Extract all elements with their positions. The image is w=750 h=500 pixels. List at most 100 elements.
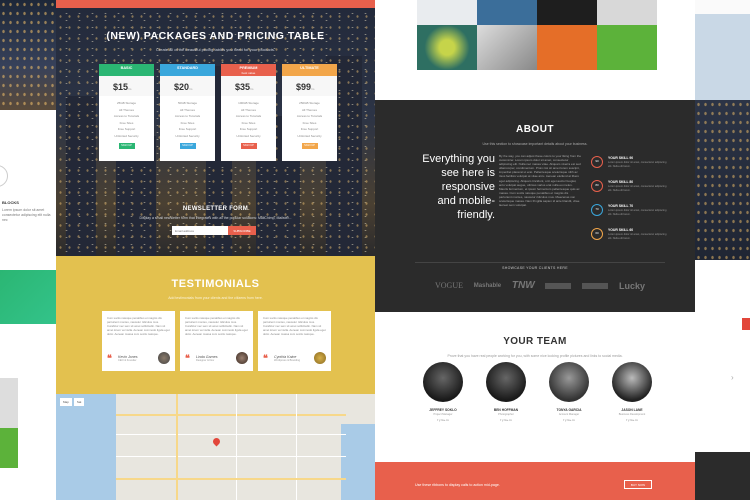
client-logo-vogue: VOGUE [435, 281, 463, 290]
about-body: By the way, you can adjust these colors … [499, 154, 581, 208]
clients-title: SHOWCASE YOUR CLIENTS HERE [502, 266, 568, 270]
map-section[interactable]: Map Sat [56, 394, 375, 500]
signup-button-premium[interactable]: SIGN UP [240, 143, 257, 149]
screenshot-collage: BLOCKS Lorem ipsum dolor sit amet consec… [0, 0, 750, 500]
portfolio-item[interactable] [597, 25, 657, 70]
right-partial-page: › [695, 0, 750, 500]
member-photo [549, 362, 589, 402]
testimonial-cards: Cum sociis natoque penatibus et magnis d… [102, 311, 331, 371]
newsletter-form: SUBSCRIBE [172, 226, 256, 235]
portfolio-item[interactable] [417, 25, 477, 70]
device-image [0, 378, 18, 468]
skill-item: 70 YOUR SKILL 70 Lorem ipsum dolor sit a… [591, 204, 671, 228]
testimonials-section: TESTIMONIALS Add testimonials from your … [56, 256, 375, 394]
portfolio-grid [417, 0, 657, 70]
client-logos: VOGUE Mashable TNW Lucky [435, 280, 645, 291]
skill-desc: Lorem ipsum dolor sit amet, consectetur … [608, 161, 667, 168]
avatar [236, 352, 248, 364]
left-feature-label: BLOCKS [2, 200, 19, 205]
social-links[interactable]: f y G+ in [549, 418, 589, 422]
quote-icon: ❝ [263, 353, 268, 363]
dark-footer [695, 452, 750, 500]
member-name: JEFFREY SOKLO [429, 408, 457, 412]
portfolio-item[interactable] [537, 0, 597, 25]
newsletter-email-input[interactable] [172, 226, 228, 235]
member-role: Project Manager [433, 413, 453, 416]
portfolio-item[interactable] [537, 25, 597, 70]
pricing-title: (NEW) PACKAGES AND PRICING TABLE [106, 30, 325, 42]
plan-standard: STANDARD $20/m 50GB Storage All Themes Acc… [160, 64, 215, 161]
plan-price: $35/m [221, 76, 276, 96]
plan-ultimate: ULTIMATE $99/m 250GB Storage All Themes Ac… [282, 64, 337, 161]
avatar [314, 352, 326, 364]
portfolio-item[interactable] [477, 25, 537, 70]
buy-now-button[interactable]: BUY NOW [624, 480, 652, 489]
testimonial-text: Cum sociis natoque penatibus et magnis d… [263, 316, 326, 336]
portfolio-item[interactable] [597, 0, 657, 25]
member-name: BEN HOFFMAN [493, 408, 519, 412]
chevron-right-icon[interactable]: › [731, 373, 734, 382]
client-logo-tnw: TNW [511, 280, 535, 291]
map-thumbnail [695, 0, 750, 100]
plan-premium: PREMIUM best value $35/m 100GB Storage All… [221, 64, 276, 161]
avatar [158, 352, 170, 364]
team-member: JASON LANE Business Development f y G+ i… [612, 362, 652, 422]
testimonial-card: Cum sociis natoque penatibus et magnis d… [180, 311, 253, 371]
plan-header: ULTIMATE [282, 64, 337, 76]
map-pin-icon[interactable] [211, 436, 222, 447]
satellite-button[interactable]: Sat [73, 398, 85, 406]
testimonial-author: Linda Garnes Designer & Dev [196, 355, 218, 362]
testimonial-text: Cum sociis natoque penatibus et magnis d… [107, 316, 170, 336]
skill-ring: 90 [591, 156, 603, 168]
social-links[interactable]: f y G+ in [612, 418, 652, 422]
about-title: ABOUT [515, 124, 555, 135]
signup-button-ultimate[interactable]: SIGN UP [301, 143, 318, 149]
social-links[interactable]: f y G+ in [486, 418, 526, 422]
skill-ring: 70 [591, 204, 603, 216]
divider [415, 262, 665, 263]
team-subtitle: Prove that you have real people working … [447, 354, 623, 358]
portfolio-item[interactable] [417, 0, 477, 25]
plan-features: 250GB Storage All Themes Access to Tutoria… [296, 101, 323, 138]
pricing-subtitle: Create all of the beautiful pricing tabl… [156, 47, 275, 52]
skills-list: 90 YOUR SKILL 90 Lorem ipsum dolor sit a… [591, 156, 671, 252]
social-links[interactable]: f y G+ in [423, 418, 463, 422]
client-logo-mashable: Mashable [473, 282, 502, 289]
about-headline: Everything you see here is responsive an… [422, 153, 495, 221]
portfolio-section [375, 0, 695, 100]
quote-icon: ❝ [107, 353, 112, 363]
member-role: Business Development [618, 413, 646, 416]
plan-basic: BASIC $15/m 25GB Storage All Themes Access… [99, 64, 154, 161]
skill-item: 80 YOUR SKILL 80 Lorem ipsum dolor sit a… [591, 180, 671, 204]
member-name: JASON LANE [621, 408, 643, 412]
about-section: ABOUT Use this section to showcase impor… [375, 100, 695, 312]
testimonials-subtitle: Add testimonials from your clients and t… [168, 296, 263, 300]
skill-label: YOUR SKILL 80 [608, 180, 634, 184]
skill-desc: Lorem ipsum dolor sit amet, consectetur … [608, 185, 667, 192]
team-member: TONYA GARCIA Account Manager f y G+ in [549, 362, 589, 422]
member-photo [486, 362, 526, 402]
member-role: Account Manager [558, 413, 580, 416]
plan-header: BASIC [99, 64, 154, 76]
newsletter-title: NEWSLETTER FORM [182, 206, 249, 212]
portfolio-item[interactable] [477, 0, 537, 25]
plan-price: $99/m [282, 76, 337, 96]
client-logo-lucky: Lucky [618, 280, 645, 291]
map-button[interactable]: Map [60, 398, 72, 406]
newsletter-subtitle: Display a small newsletter form that int… [139, 216, 292, 220]
pricing-plans: BASIC $15/m 25GB Storage All Themes Access… [99, 64, 339, 161]
plan-features: 25GB Storage All Themes Access to Tutorial… [113, 101, 140, 138]
testimonial-author: Kevin Jones CEO & Founder [118, 355, 138, 362]
skill-ring: 80 [591, 180, 603, 192]
client-logo [545, 282, 572, 289]
signup-button-basic[interactable]: SIGN UP [118, 143, 135, 149]
subscribe-button[interactable]: SUBSCRIBE [228, 226, 256, 235]
green-banner [0, 270, 56, 324]
plan-price: $20/m [160, 76, 215, 96]
red-tab [742, 318, 750, 330]
team-section: YOUR TEAM Prove that you have real peopl… [375, 312, 695, 462]
feature-circle [0, 165, 8, 187]
about-subtitle: Use this section to showcase important d… [482, 142, 588, 146]
testimonial-card: Cum sociis natoque penatibus et magnis d… [102, 311, 175, 371]
signup-button-standard[interactable]: SIGN UP [179, 143, 196, 149]
